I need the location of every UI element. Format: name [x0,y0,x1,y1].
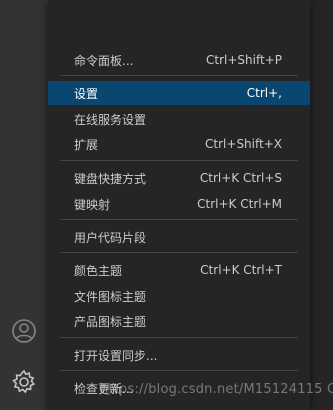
menu-item-label: 命令面板... [74,53,134,68]
menu-item-shortcut: Ctrl+, [246,86,282,100]
menu-item-shortcut: Ctrl+K Ctrl+S [199,171,282,185]
menu-item-file-icon-theme[interactable]: 文件图标主题 [48,284,310,308]
menu-item-command-palette[interactable]: 命令面板... Ctrl+Shift+P [48,48,310,72]
menu-separator [60,252,298,253]
menu-item-label: 用户代码片段 [74,230,147,245]
menu-item-shortcut: Ctrl+Shift+X [205,137,282,151]
menu-item-settings[interactable]: 设置 Ctrl+, [48,81,310,105]
menu-item-product-icon-theme[interactable]: 产品图标主题 [48,309,310,333]
vscode-window: 命令面板... Ctrl+Shift+P 设置 Ctrl+, 在线服务设置 扩展… [0,0,333,410]
menu-separator [60,160,298,161]
manage-context-menu: 命令面板... Ctrl+Shift+P 设置 Ctrl+, 在线服务设置 扩展… [48,0,310,410]
menu-separator [60,370,298,371]
menu-item-label: 产品图标主题 [74,314,147,329]
menu-separator [60,75,298,76]
menu-item-label: 键盘快捷方式 [74,171,147,186]
menu-item-extensions[interactable]: 扩展 Ctrl+Shift+X [48,132,310,156]
menu-item-label: 颜色主题 [74,263,123,278]
menu-item-shortcut: Ctrl+K Ctrl+T [200,263,282,277]
menu-item-shortcut: Ctrl+Shift+P [206,53,282,67]
menu-item-label: 在线服务设置 [74,112,147,127]
menu-item-label: 设置 [74,86,99,101]
menu-item-label: 文件图标主题 [74,289,147,304]
menu-item-shortcut: Ctrl+K Ctrl+M [197,197,282,211]
menu-item-keymaps[interactable]: 键映射 Ctrl+K Ctrl+M [48,192,310,216]
activity-bar [0,0,48,410]
menu-item-user-snippets[interactable]: 用户代码片段 [48,225,310,249]
menu-item-keyboard-shortcuts[interactable]: 键盘快捷方式 Ctrl+K Ctrl+S [48,166,310,190]
menu-item-online-services-settings[interactable]: 在线服务设置 [48,107,310,131]
account-icon[interactable] [9,316,39,346]
menu-separator [60,337,298,338]
menu-item-label: 扩展 [74,137,99,152]
watermark: https://blog.csdn.net/M15124115 CSDN @Se… [100,382,333,397]
menu-separator [60,219,298,220]
menu-item-turn-on-settings-sync[interactable]: 打开设置同步... [48,343,310,367]
menu-item-label: 键映射 [74,197,111,212]
menu-item-label: 打开设置同步... [74,348,158,363]
menu-item-color-theme[interactable]: 颜色主题 Ctrl+K Ctrl+T [48,258,310,282]
manage-gear-icon[interactable] [9,367,39,397]
